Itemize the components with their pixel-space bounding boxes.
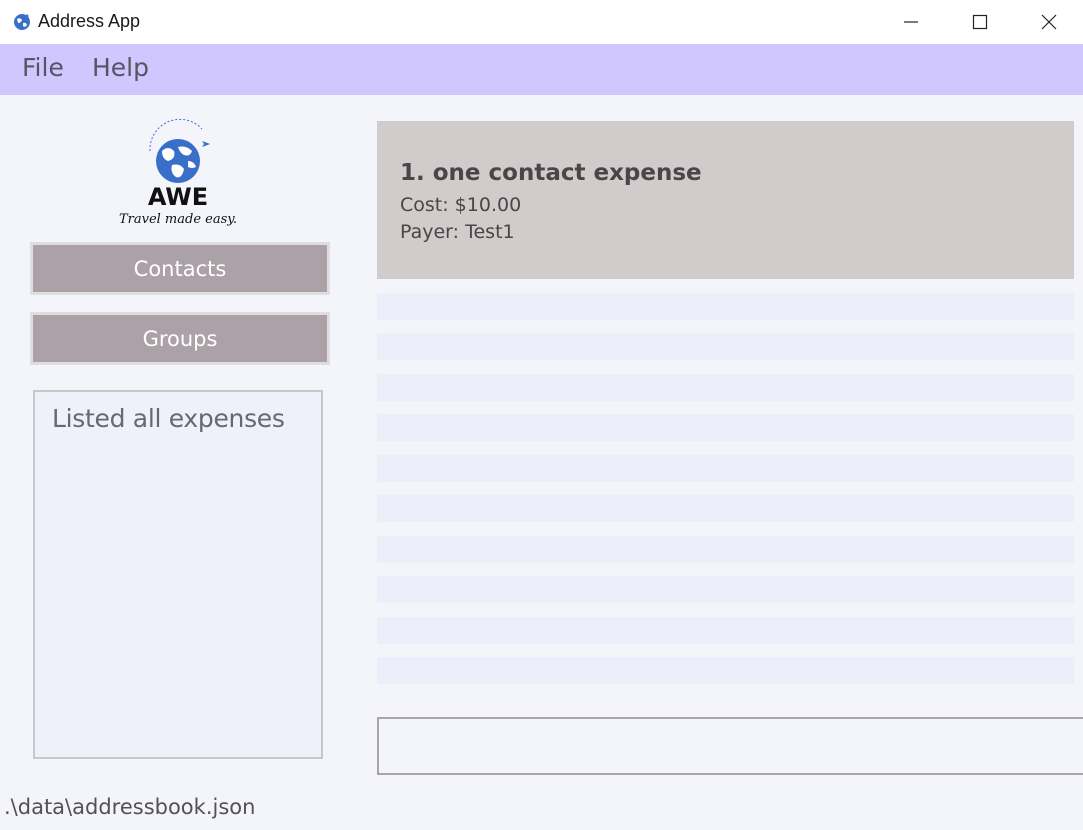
empty-list-row <box>377 617 1074 644</box>
expense-payer: Payer: Test1 <box>400 221 515 243</box>
empty-list-row <box>377 293 1074 320</box>
result-message: Listed all expenses <box>52 404 285 433</box>
expense-cost: Cost: $10.00 <box>400 194 522 216</box>
empty-list-row <box>377 657 1074 684</box>
expense-list[interactable]: 1. one contact expense Cost: $10.00 Paye… <box>377 121 1083 707</box>
minimize-icon <box>904 21 918 23</box>
maximize-icon <box>972 14 988 30</box>
contacts-button[interactable]: Contacts <box>30 242 330 295</box>
main-panel: 1. one contact expense Cost: $10.00 Paye… <box>360 95 1083 785</box>
logo-brand: AWE <box>148 183 208 211</box>
empty-list-row <box>377 455 1074 482</box>
address-app-window: Address App File Help AWE Travel made ea… <box>0 0 1083 830</box>
empty-list-row <box>377 495 1074 522</box>
menu-file[interactable]: File <box>22 53 64 82</box>
logo-tagline: Travel made easy. <box>119 212 237 227</box>
empty-list-row <box>377 576 1074 603</box>
maximize-button[interactable] <box>946 0 1014 44</box>
awe-logo: AWE Travel made easy. <box>119 118 237 227</box>
sidebar: AWE Travel made easy. Contacts Groups Li… <box>0 95 360 785</box>
expense-card[interactable]: 1. one contact expense Cost: $10.00 Paye… <box>377 121 1074 279</box>
groups-button[interactable]: Groups <box>30 312 330 365</box>
title-bar: Address App <box>0 0 1083 44</box>
close-icon <box>1041 14 1057 30</box>
result-display: Listed all expenses <box>33 390 323 759</box>
empty-list-row <box>377 374 1074 401</box>
close-button[interactable] <box>1015 0 1083 44</box>
empty-list-row <box>377 414 1074 441</box>
command-input[interactable] <box>377 717 1083 775</box>
menu-help[interactable]: Help <box>92 53 149 82</box>
empty-list-row <box>377 536 1074 563</box>
expense-title: 1. one contact expense <box>400 160 702 186</box>
globe-icon <box>14 14 30 30</box>
status-bar: .\data\addressbook.json <box>0 785 1083 830</box>
minimize-button[interactable] <box>877 0 945 44</box>
save-location: .\data\addressbook.json <box>4 795 256 819</box>
menu-bar: File Help <box>0 44 1083 95</box>
empty-list-row <box>377 333 1074 360</box>
window-title: Address App <box>38 11 141 31</box>
